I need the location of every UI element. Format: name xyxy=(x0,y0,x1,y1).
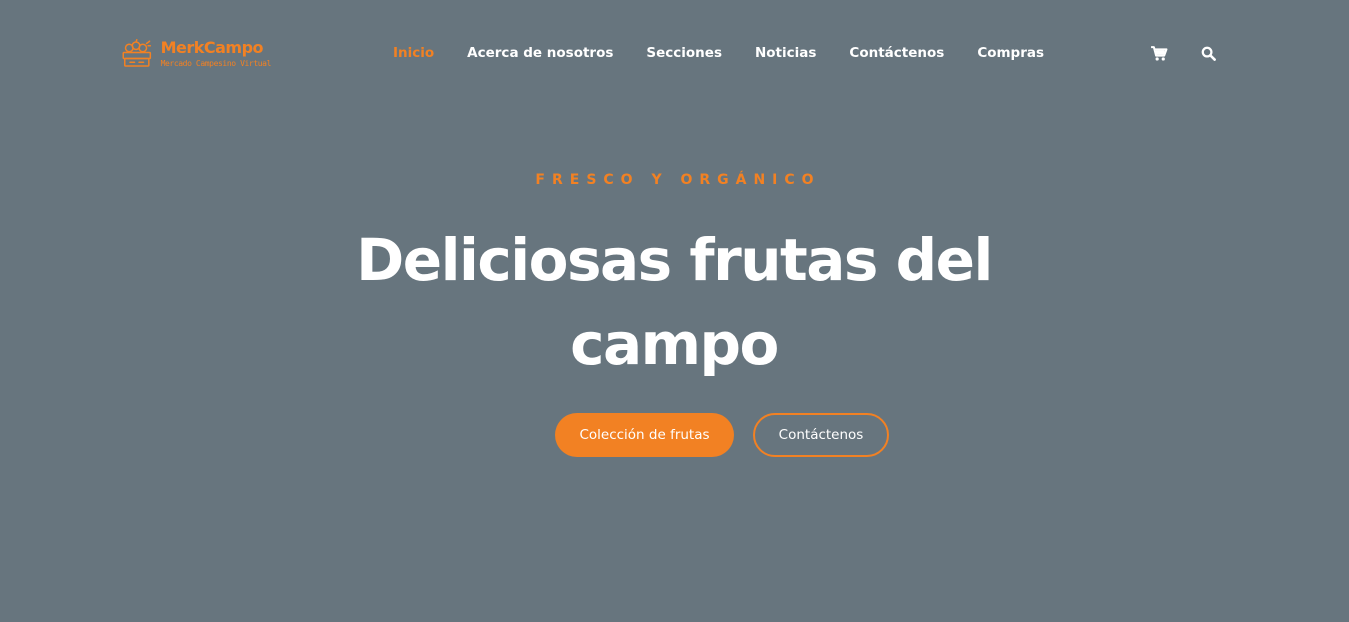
brand-name: MerkCampo xyxy=(160,38,264,57)
fruit-crate-icon xyxy=(122,38,152,67)
nav-item-acerca[interactable]: Acerca de nosotros xyxy=(467,45,613,61)
brand-logo[interactable]: MerkCampo Mercado Campesino Virtual xyxy=(121,34,271,74)
cart-icon xyxy=(1150,45,1167,61)
search-button[interactable] xyxy=(1197,42,1219,64)
brand-text: MerkCampo Mercado Campesino Virtual xyxy=(160,38,272,68)
contact-button[interactable]: Contáctenos xyxy=(753,413,889,457)
fruit-collection-button[interactable]: Colección de frutas xyxy=(555,413,734,457)
nav-item-inicio[interactable]: Inicio xyxy=(393,45,434,61)
nav-item-compras[interactable]: Compras xyxy=(977,45,1044,61)
hero-subtitle: FRESCO Y ORGÁNICO xyxy=(535,172,821,188)
nav-item-secciones[interactable]: Secciones xyxy=(646,45,722,61)
search-icon xyxy=(1201,46,1216,61)
nav-item-noticias[interactable]: Noticias xyxy=(755,45,816,61)
nav-item-contactenos[interactable]: Contáctenos xyxy=(849,45,944,61)
site-header: MerkCampo Mercado Campesino Virtual Inic… xyxy=(0,0,1349,106)
brand-tagline: Mercado Campesino Virtual xyxy=(160,59,272,68)
cart-button[interactable] xyxy=(1148,42,1170,64)
hero-title: Deliciosas frutas del campo xyxy=(356,226,993,378)
main-nav: Inicio Acerca de nosotros Secciones Noti… xyxy=(393,42,1044,64)
header-actions xyxy=(1148,42,1219,64)
